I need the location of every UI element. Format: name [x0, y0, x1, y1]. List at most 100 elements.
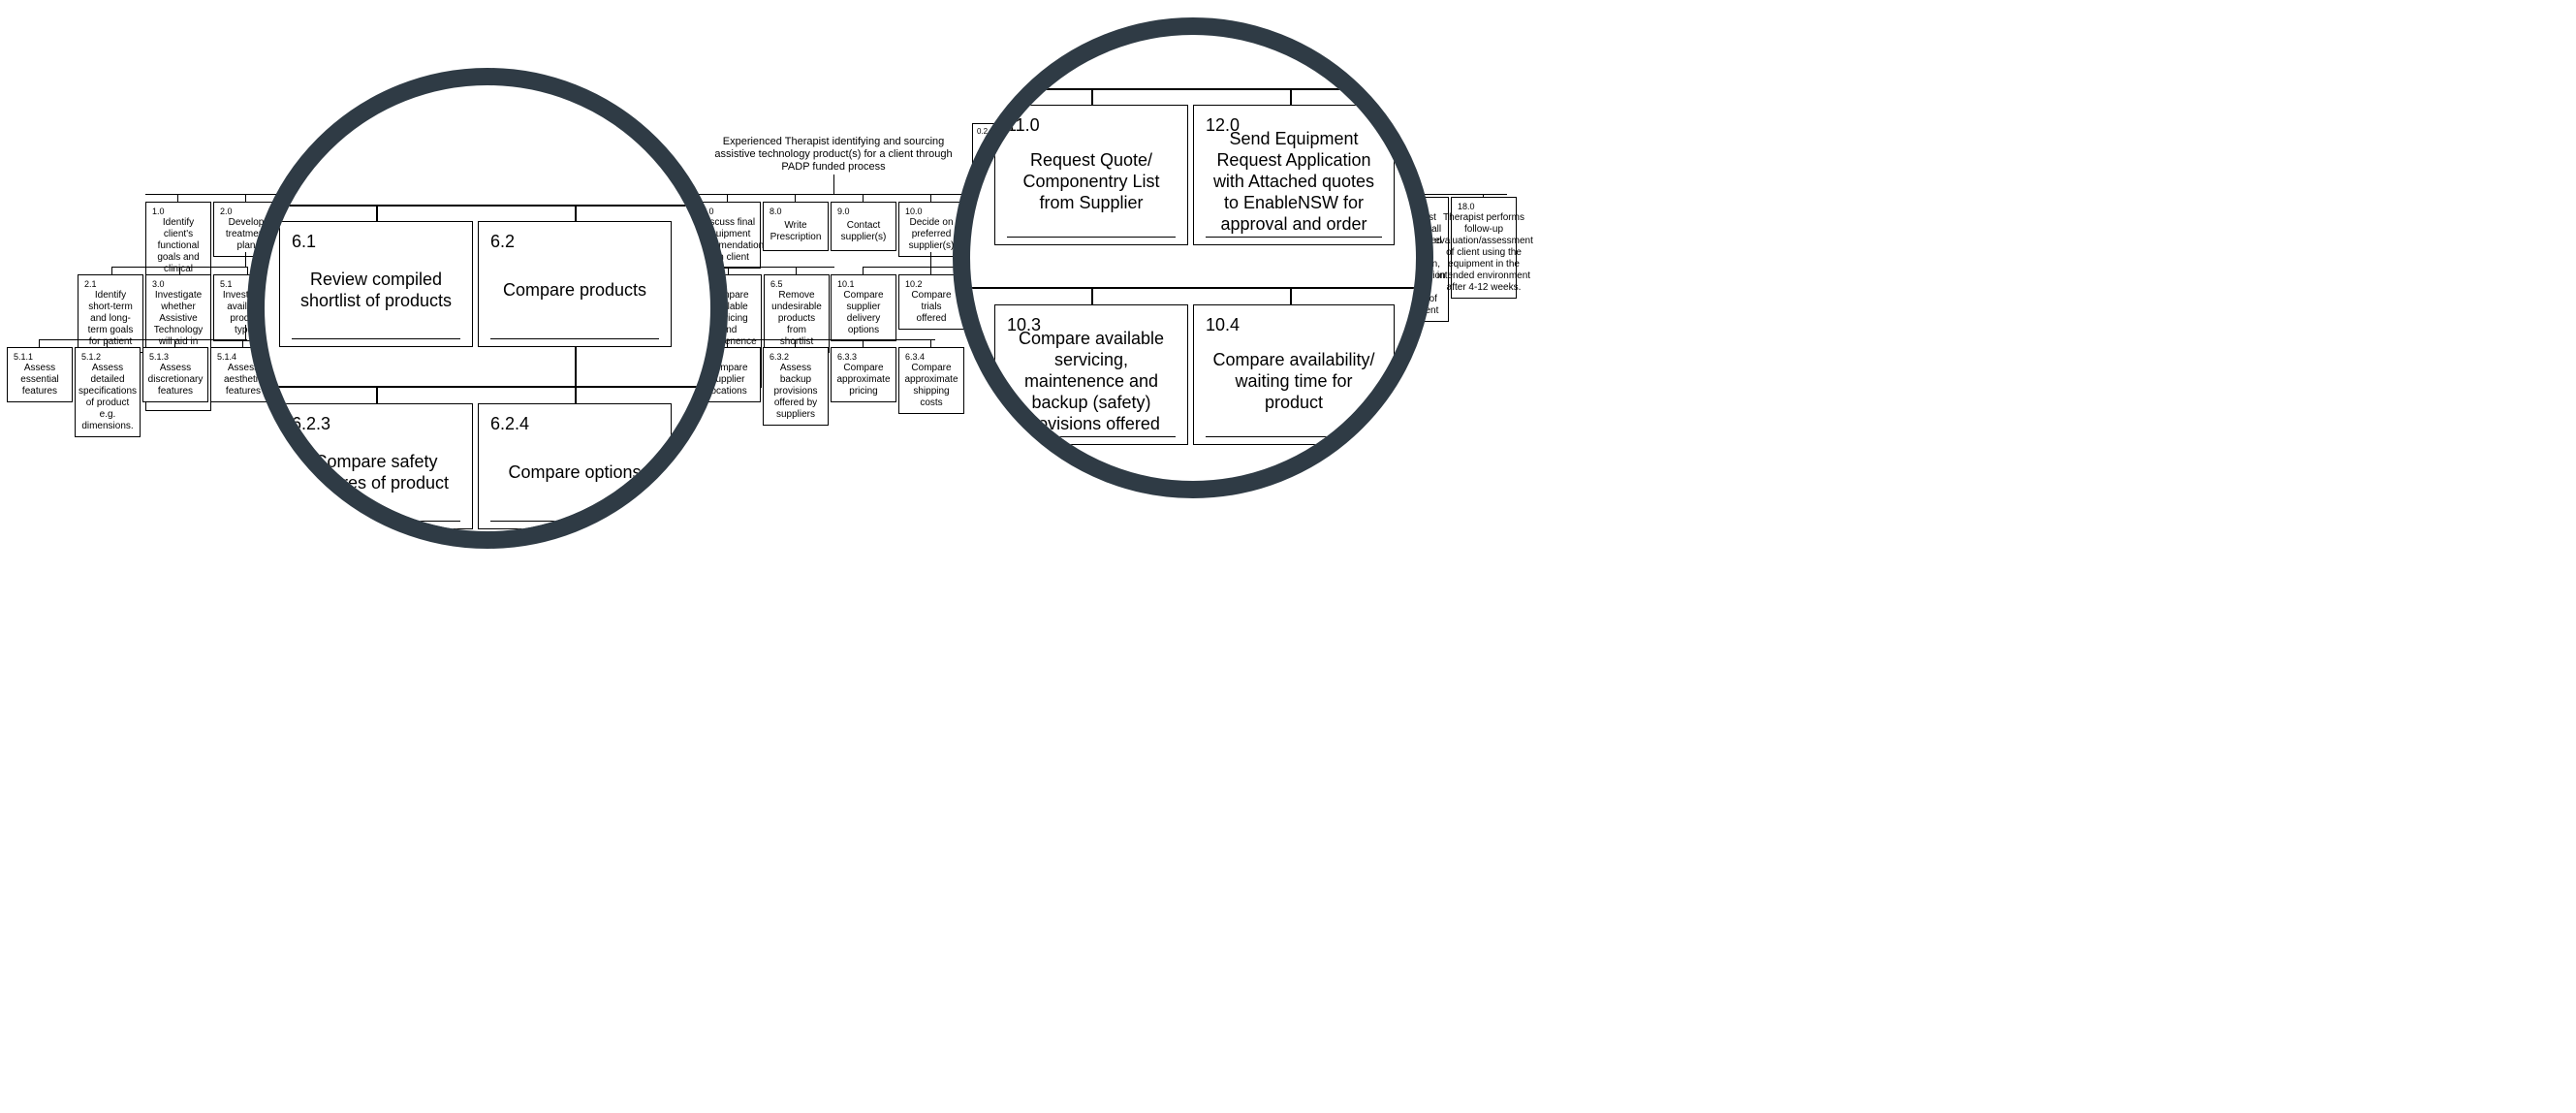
- node-5-1-1: 5.1.1 Assess essential features: [7, 347, 73, 402]
- connector-line: [575, 347, 577, 386]
- lens-node-6-2-3: 6.2.3 Compare safety features of product: [279, 403, 473, 529]
- connector-line: [727, 339, 728, 347]
- node-underline: [1007, 237, 1176, 238]
- node-id: 11.0: [1007, 115, 1176, 135]
- node-text: Compare supplier delivery options: [837, 290, 890, 336]
- connector-line: [930, 194, 931, 202]
- node-id: 6.3.3: [837, 352, 890, 363]
- node-id: 8.0: [770, 207, 822, 217]
- lens-node-6-1: 6.1 Review compiled shortlist of product…: [279, 221, 473, 347]
- root-title: Experienced Therapist identifying and so…: [707, 136, 959, 174]
- node-id: 6.3.2: [770, 352, 822, 363]
- node-6-3-4: 6.3.4 Compare approximate shipping costs: [898, 347, 964, 414]
- connector-line: [1290, 287, 1292, 304]
- node-text: Compare availability/ waiting time for p…: [1206, 334, 1382, 427]
- connector-line: [930, 252, 931, 267]
- node-id: 10.2: [905, 279, 958, 290]
- node-id: 6.3.4: [905, 352, 958, 363]
- node-5-1-2: 5.1.2 Assess detailed specifications of …: [75, 347, 141, 437]
- node-text: Compare approximate shipping costs: [905, 363, 958, 409]
- connector-line: [245, 252, 246, 267]
- connector-line: [795, 194, 796, 202]
- node-underline: [292, 521, 460, 522]
- node-id: 18.0: [1458, 202, 1510, 212]
- connector-line: [863, 339, 864, 347]
- connector-line: [575, 205, 577, 222]
- connector-line: [833, 175, 834, 194]
- connector-line: [242, 339, 243, 347]
- node-id: 6.5: [770, 279, 823, 290]
- node-6-5: 6.5 Remove undesirable products from sho…: [764, 274, 830, 353]
- node-text: Review compiled shortlist of products: [292, 251, 460, 329]
- node-text: Compare products: [490, 251, 659, 329]
- connector-line: [1290, 88, 1292, 106]
- connector-line: [930, 339, 931, 347]
- connector-line: [376, 205, 378, 222]
- node-underline: [490, 521, 659, 522]
- connector-line: [245, 194, 246, 202]
- node-underline: [292, 338, 460, 339]
- node-text: Assess backup provisions offered by supp…: [770, 363, 822, 421]
- node-id: 10.0: [905, 207, 958, 217]
- connector-line: [247, 267, 248, 274]
- connector-line: [953, 88, 1433, 90]
- node-text: Send Equipment Request Application with …: [1206, 135, 1382, 227]
- node-text: Assess essential features: [14, 363, 66, 398]
- connector-line: [177, 194, 178, 202]
- connector-line: [863, 267, 864, 274]
- lens-node-6-2-4: 6.2.4 Compare options: [478, 403, 672, 529]
- magnifier-lens-left: 6.1 Review compiled shortlist of product…: [247, 68, 728, 549]
- node-id: 10.1: [837, 279, 890, 290]
- node-text: Decide on preferred supplier(s): [905, 217, 958, 252]
- connector-line: [795, 339, 796, 347]
- connector-line: [575, 386, 577, 403]
- connector-line: [796, 267, 797, 274]
- node-id: 2.1: [84, 279, 137, 290]
- node-text: Assess discretionary features: [149, 363, 202, 398]
- connector-line: [174, 339, 175, 347]
- connector-line: [728, 267, 729, 274]
- lens-node-11-0: 11.0 Request Quote/ Componentry List fro…: [994, 105, 1188, 245]
- connector-line: [111, 267, 112, 274]
- node-id: 6.2.3: [292, 414, 460, 433]
- node-6-3-3: 6.3.3 Compare approximate pricing: [831, 347, 896, 402]
- node-id: 9.0: [837, 207, 890, 217]
- node-id: 5.1.1: [14, 352, 66, 363]
- lens-node-6-2: 6.2 Compare products: [478, 221, 672, 347]
- connector-line: [376, 386, 378, 403]
- connector-line: [727, 339, 935, 340]
- node-text: Write Prescription: [770, 217, 822, 246]
- node-text: Compare trials offered: [905, 290, 958, 325]
- magnifier-lens-right: 11.0 Request Quote/ Componentry List fro…: [953, 17, 1433, 498]
- connector-line: [727, 194, 728, 202]
- node-id: 5.1.3: [149, 352, 202, 363]
- connector-line: [107, 339, 108, 347]
- node-6-3-2: 6.3.2 Assess backup provisions offered b…: [763, 347, 829, 426]
- node-8-0: 8.0 Write Prescription: [763, 202, 829, 251]
- connector-line: [39, 339, 40, 347]
- connector-line: [1091, 88, 1093, 106]
- connector-line: [247, 205, 728, 207]
- node-text: Assess detailed specifications of produc…: [81, 363, 134, 432]
- node-text: Compare options: [490, 433, 659, 511]
- lens-node-10-4: 10.4 Compare availability/ waiting time …: [1193, 304, 1395, 445]
- node-text: Request Quote/ Componentry List from Sup…: [1007, 135, 1176, 227]
- node-2-1: 2.1 Identify short-term and long-term go…: [78, 274, 143, 353]
- node-18-0: 18.0 Therapist performs follow-up evalua…: [1451, 197, 1517, 299]
- connector-line: [39, 339, 247, 340]
- node-underline: [490, 338, 659, 339]
- node-text: Compare approximate pricing: [837, 363, 890, 398]
- node-id: 1.0: [152, 207, 204, 217]
- node-text: Compare available servicing, maintenence…: [1007, 334, 1176, 427]
- node-id: 6.2.4: [490, 414, 659, 433]
- node-10-1: 10.1 Compare supplier delivery options: [831, 274, 896, 341]
- diagram-canvas: Experienced Therapist identifying and so…: [0, 0, 2576, 1113]
- connector-line: [245, 325, 246, 339]
- node-underline: [1206, 436, 1382, 437]
- connector-line: [1091, 287, 1093, 304]
- node-9-0: 9.0 Contact supplier(s): [831, 202, 896, 251]
- node-text: Contact supplier(s): [837, 217, 890, 246]
- node-text: Compare safety features of product: [292, 433, 460, 511]
- node-id: 6.2: [490, 232, 659, 251]
- lens-node-10-3: 10.3 Compare available servicing, mainte…: [994, 304, 1188, 445]
